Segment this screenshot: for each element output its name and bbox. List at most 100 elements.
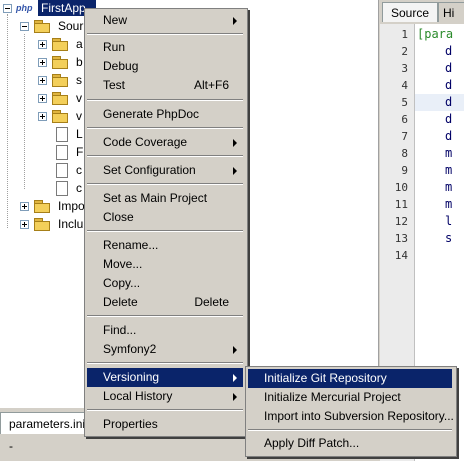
tree-node-label: F xyxy=(76,145,84,159)
code-line: d xyxy=(445,78,453,92)
code-line: l xyxy=(445,214,453,228)
line-number: 5 xyxy=(401,96,408,109)
menu-item-apply-diff-patch[interactable]: Apply Diff Patch... xyxy=(248,434,452,453)
file-tab-label: parameters.ini - xyxy=(9,417,86,453)
expand-icon[interactable] xyxy=(20,202,29,211)
menu-item-label: Properties xyxy=(103,417,158,431)
menu-item-move[interactable]: Move... xyxy=(87,255,243,274)
line-number: 1 xyxy=(401,28,408,41)
project-context-menu: New Run Debug Test Alt+F6 Generate PhpDoc… xyxy=(84,8,248,437)
file-icon xyxy=(56,181,68,196)
tab-source[interactable]: Source xyxy=(382,2,438,22)
menu-shortcut: Alt+F6 xyxy=(193,78,229,92)
line-number: 6 xyxy=(401,113,408,126)
menu-separator xyxy=(87,183,243,185)
menu-item-label: Debug xyxy=(103,59,139,73)
menu-item-label: Set Configuration xyxy=(103,163,196,177)
menu-item-copy[interactable]: Copy... xyxy=(87,274,243,293)
tree-node-label: Sour xyxy=(58,19,84,33)
menu-separator xyxy=(87,33,243,35)
menu-item-properties[interactable]: Properties xyxy=(87,415,243,434)
folder-icon xyxy=(52,92,68,105)
code-line: m xyxy=(445,146,453,160)
menu-item-label: Rename... xyxy=(103,238,159,252)
menu-separator xyxy=(87,127,243,129)
tree-node-label: Impo xyxy=(58,199,85,213)
versioning-submenu: Initialize Git Repository Initialize Mer… xyxy=(245,366,457,457)
line-number: 11 xyxy=(394,198,408,211)
menu-item-label: Delete xyxy=(103,295,138,309)
tree-node-label: Inclu xyxy=(58,217,84,231)
folder-icon xyxy=(52,74,68,87)
menu-separator xyxy=(87,230,243,232)
menu-item-find[interactable]: Find... xyxy=(87,321,243,340)
menu-shortcut: Delete xyxy=(194,295,229,309)
line-number: 10 xyxy=(394,181,408,194)
menu-item-symfony2[interactable]: Symfony2 xyxy=(87,340,243,359)
submenu-arrow-icon xyxy=(233,346,237,354)
menu-item-label: Find... xyxy=(103,323,137,337)
menu-separator xyxy=(87,409,243,411)
menu-separator xyxy=(87,99,243,101)
line-number: 3 xyxy=(401,62,408,75)
menu-item-label: Import into Subversion Repository... xyxy=(264,409,454,423)
menu-item-generate-phpdoc[interactable]: Generate PhpDoc xyxy=(87,105,243,124)
line-number: 13 xyxy=(394,232,408,245)
library-folder-icon xyxy=(34,218,50,231)
menu-item-set-main-project[interactable]: Set as Main Project xyxy=(87,189,243,208)
menu-item-set-configuration[interactable]: Set Configuration xyxy=(87,161,243,180)
code-line: d xyxy=(445,112,453,126)
submenu-arrow-icon xyxy=(233,167,237,175)
menu-item-label: Close xyxy=(103,210,134,224)
menu-item-label: Copy... xyxy=(103,276,141,290)
menu-item-test[interactable]: Test Alt+F6 xyxy=(87,76,243,95)
menu-item-label: Move... xyxy=(103,257,143,271)
expand-icon[interactable] xyxy=(38,40,47,49)
menu-item-label: Initialize Mercurial Project xyxy=(264,390,401,404)
menu-item-run[interactable]: Run xyxy=(87,38,243,57)
menu-item-debug[interactable]: Debug xyxy=(87,57,243,76)
tree-node-label: L xyxy=(76,127,83,141)
library-folder-icon xyxy=(34,200,50,213)
menu-item-versioning[interactable]: Versioning xyxy=(87,368,243,387)
expand-icon[interactable] xyxy=(38,58,47,67)
code-line: d xyxy=(445,129,453,143)
line-number: 9 xyxy=(401,164,408,177)
menu-item-init-git[interactable]: Initialize Git Repository xyxy=(248,369,452,388)
menu-item-init-mercurial[interactable]: Initialize Mercurial Project xyxy=(248,388,452,407)
menu-item-label: Code Coverage xyxy=(103,135,188,149)
menu-item-label: New xyxy=(103,13,128,27)
collapse-icon[interactable] xyxy=(3,4,12,13)
expand-icon[interactable] xyxy=(38,76,47,85)
menu-item-label: Test xyxy=(103,78,126,92)
line-number: 8 xyxy=(401,147,408,160)
menu-separator xyxy=(248,429,452,431)
menu-item-close[interactable]: Close xyxy=(87,208,243,227)
file-icon xyxy=(56,145,68,160)
collapse-icon[interactable] xyxy=(20,22,29,31)
expand-icon[interactable] xyxy=(20,220,29,229)
menu-item-label: Symfony2 xyxy=(103,342,157,356)
menu-item-label: Generate PhpDoc xyxy=(103,107,200,121)
tree-node-label: v xyxy=(76,91,82,105)
menu-item-code-coverage[interactable]: Code Coverage xyxy=(87,133,243,152)
menu-item-delete[interactable]: Delete Delete xyxy=(87,293,243,312)
expand-icon[interactable] xyxy=(38,94,47,103)
menu-item-new[interactable]: New xyxy=(87,11,243,30)
tab-history[interactable]: Hi xyxy=(438,2,464,22)
code-line: d xyxy=(445,61,453,75)
menu-item-label: Run xyxy=(103,40,126,54)
menu-separator xyxy=(87,315,243,317)
editor-file-tab[interactable]: parameters.ini - xyxy=(0,412,86,453)
submenu-arrow-icon xyxy=(233,374,237,382)
menu-item-local-history[interactable]: Local History xyxy=(87,387,243,406)
expand-icon[interactable] xyxy=(38,112,47,121)
menu-separator xyxy=(87,362,243,364)
code-line: [para xyxy=(417,27,454,41)
menu-item-label: Apply Diff Patch... xyxy=(264,436,360,450)
menu-item-import-svn[interactable]: Import into Subversion Repository... xyxy=(248,407,454,426)
tree-node-label: a xyxy=(76,37,83,51)
menu-item-rename[interactable]: Rename... xyxy=(87,236,243,255)
code-line: m xyxy=(445,197,453,211)
code-line: d xyxy=(445,95,453,109)
